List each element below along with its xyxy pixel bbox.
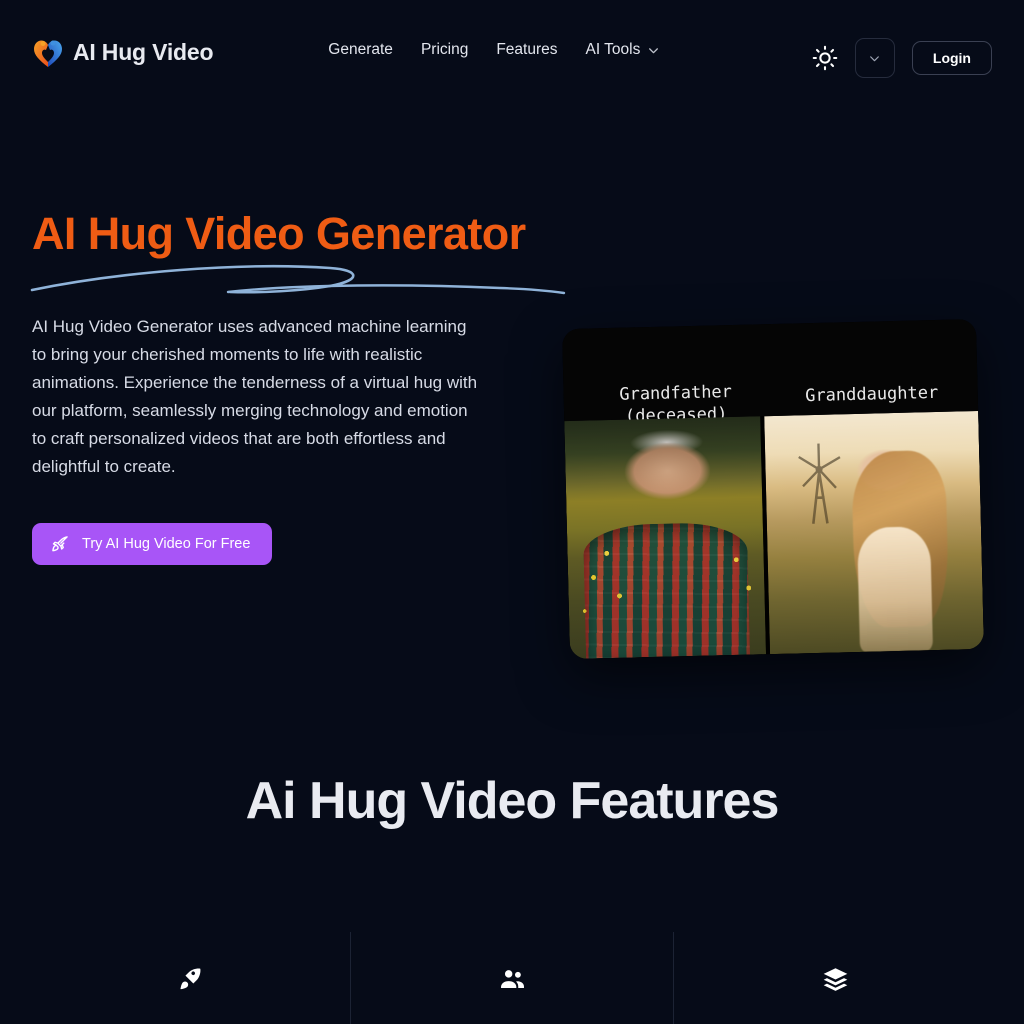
- feature-label: Customizable Hug Video Styles: [700, 1021, 970, 1024]
- hero-copy: AI Hug Video Generator AI Hug Video Gene…: [30, 208, 566, 565]
- chevron-down-icon: [649, 47, 659, 53]
- try-for-free-button[interactable]: Try AI Hug Video For Free: [32, 522, 273, 565]
- rocket-icon: [52, 535, 68, 551]
- cta-label: Try AI Hug Video For Free: [82, 535, 251, 552]
- media-label-right: Granddaughter: [804, 382, 939, 407]
- photo-grandfather: [564, 416, 767, 660]
- chevron-down-icon: [870, 55, 880, 61]
- brand-logo-link[interactable]: AI Hug Video: [32, 36, 213, 69]
- layers-icon: [823, 967, 847, 991]
- brand-name: AI Hug Video: [73, 39, 214, 65]
- site-header: AI Hug Video Generate Pricing Features A…: [0, 0, 1024, 118]
- hero-title-wrap: AI Hug Video Generator: [30, 208, 566, 295]
- hero-section: AI Hug Video Generator AI Hug Video Gene…: [0, 118, 1024, 660]
- login-button[interactable]: Login: [911, 41, 992, 75]
- nav-item-generate[interactable]: Generate: [328, 41, 393, 59]
- feature-card-customizable-styles[interactable]: Customizable Hug Video Styles: [673, 931, 996, 1024]
- nav-item-ai-tools[interactable]: AI Tools: [586, 41, 661, 59]
- feature-card-lifelike-actions[interactable]: Lifelike Hugging Actions and Expressions: [350, 931, 673, 1024]
- nav-label: Pricing: [420, 41, 469, 58]
- nav-item-features[interactable]: Features: [496, 41, 557, 59]
- heart-people-logo-icon: [34, 40, 62, 67]
- feature-card-instant-generation[interactable]: Instant AI Hug Video Generation: [28, 932, 350, 1024]
- people-icon: [500, 969, 524, 988]
- hero-media-card[interactable]: Grandfather (deceased) Granddaughter: [562, 318, 984, 660]
- rocket-icon: [180, 968, 200, 989]
- nav-label: Generate: [328, 41, 393, 58]
- title-underline-swoosh: [30, 264, 566, 295]
- language-selector-button[interactable]: [854, 38, 895, 78]
- nav-item-pricing[interactable]: Pricing: [421, 41, 468, 59]
- sun-icon[interactable]: [812, 45, 838, 71]
- nav-label: Features: [496, 41, 558, 58]
- features-grid: Instant AI Hug Video Generation Lifelike…: [0, 931, 1024, 1024]
- page-title: AI Hug Video Generator: [32, 208, 526, 259]
- media-label-bar: Grandfather (deceased) Granddaughter: [562, 318, 979, 427]
- photo-granddaughter: [764, 410, 984, 655]
- media-panes: [564, 410, 984, 660]
- feature-label: Lifelike Hugging Actions and Expressions: [377, 1021, 647, 1024]
- hero-description: AI Hug Video Generator uses advanced mac…: [32, 316, 478, 476]
- nav-label: AI Tools: [585, 41, 641, 58]
- feature-label: Instant AI Hug Video Generation: [54, 1021, 324, 1024]
- header-actions: Login: [812, 38, 992, 78]
- main-nav: Generate Pricing Features AI Tools: [328, 41, 660, 59]
- windmill-icon: [798, 443, 841, 525]
- features-section-title: Ai Hug Video Features: [245, 771, 780, 830]
